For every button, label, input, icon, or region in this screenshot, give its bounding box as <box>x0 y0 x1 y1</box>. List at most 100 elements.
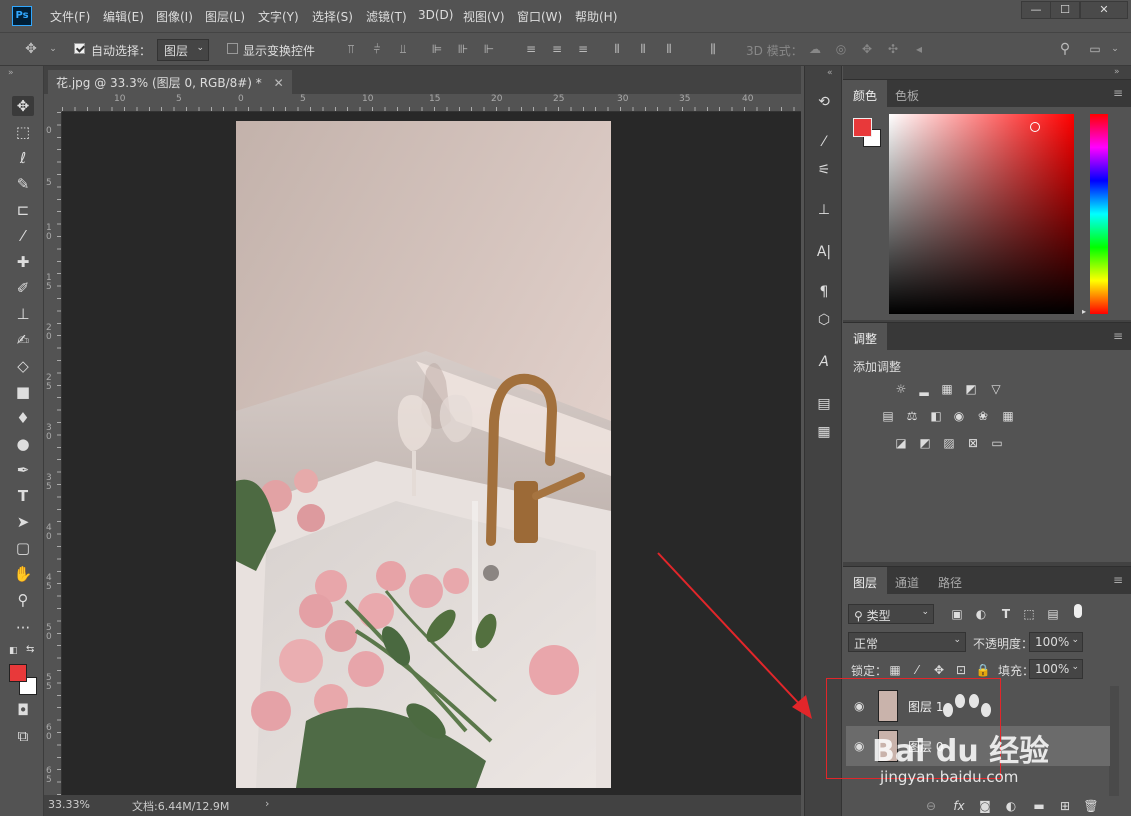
maximize-button[interactable]: ☐ <box>1050 1 1080 19</box>
auto-select-target-select[interactable]: 图层 ⌄ <box>157 39 209 61</box>
menu-type[interactable]: 文字(Y) <box>258 8 299 25</box>
gradient-map-icon[interactable]: ▭ <box>989 436 1005 450</box>
hand-tool-icon[interactable]: ✋ <box>12 564 34 584</box>
tab-adjustments[interactable]: 调整 <box>843 323 888 351</box>
fill-input[interactable]: 100% ⌄ <box>1029 659 1083 679</box>
swap-colors-icon[interactable]: ⇆ <box>26 644 34 655</box>
filter-pixel-icon[interactable]: ▣ <box>949 607 965 621</box>
lock-all-icon[interactable]: 🔒 <box>975 663 991 677</box>
chevron-right-icon[interactable]: › <box>265 797 269 810</box>
eraser-tool-icon[interactable]: ◇ <box>12 356 34 376</box>
workspace-icon[interactable]: ▭ <box>1088 43 1102 56</box>
layers-scrollbar[interactable] <box>1109 686 1119 796</box>
hue-saturation-icon[interactable]: ▤ <box>880 409 896 423</box>
tab-channels[interactable]: 通道 <box>885 567 929 595</box>
add-mask-icon[interactable]: ◙ <box>977 799 993 813</box>
crop-tool-icon[interactable]: ⊏ <box>12 200 34 220</box>
opacity-input[interactable]: 100% ⌄ <box>1029 632 1083 652</box>
delete-layer-icon[interactable]: 🗑 <box>1083 799 1099 813</box>
align-left-icon[interactable]: ⊫ <box>430 43 444 56</box>
glyphs-panel-icon[interactable]: A <box>814 352 834 372</box>
panel-menu-icon[interactable]: ≡ <box>1113 573 1123 587</box>
tab-swatches[interactable]: 色板 <box>885 80 929 108</box>
collapse-icon[interactable]: « <box>827 68 833 78</box>
menu-file[interactable]: 文件(F) <box>50 8 90 25</box>
ruler-top[interactable]: 10 5 0 5 10 15 20 25 30 35 40 <box>62 94 801 112</box>
menu-3d[interactable]: 3D(D) <box>418 8 453 22</box>
zoom-level[interactable]: 33.33% <box>48 798 90 811</box>
vibrance-icon[interactable]: ▽ <box>988 382 1004 396</box>
black-white-icon[interactable]: ◧ <box>928 409 944 423</box>
collapse-icon[interactable]: » <box>1114 67 1120 77</box>
chevron-down-icon[interactable]: ⌄ <box>46 43 60 56</box>
close-button[interactable]: ✕ <box>1080 1 1128 19</box>
distribute-bottom-icon[interactable]: ≡ <box>576 43 590 56</box>
menu-filter[interactable]: 滤镜(T) <box>366 8 407 25</box>
filter-type-icon[interactable]: T <box>998 607 1014 621</box>
blur-tool-icon[interactable]: ♦ <box>12 408 34 428</box>
align-hcenter-icon[interactable]: ⊪ <box>456 43 470 56</box>
gradient-tool-icon[interactable]: ■ <box>12 382 34 402</box>
move-tool-icon[interactable]: ✥ <box>12 96 34 116</box>
photo-filter-icon[interactable]: ◉ <box>951 409 967 423</box>
paragraph-panel-icon[interactable]: ¶ <box>814 282 834 302</box>
eyedropper-tool-icon[interactable]: ⁄ <box>12 226 34 246</box>
more-tools-icon[interactable]: ··· <box>12 618 34 638</box>
pen-tool-icon[interactable]: ✒ <box>12 460 34 480</box>
distribute-right-icon[interactable]: ⦀ <box>662 43 676 56</box>
filter-smart-object-icon[interactable]: ▤ <box>1045 607 1061 621</box>
dodge-tool-icon[interactable]: ● <box>12 434 34 454</box>
blend-mode-select[interactable]: 正常 ⌄ <box>848 632 966 652</box>
color-picker-field[interactable] <box>889 114 1074 314</box>
document-tab[interactable]: 花.jpg @ 33.3% (图层 0, RGB/8#) * ✕ <box>48 70 292 94</box>
menu-select[interactable]: 选择(S) <box>312 8 353 25</box>
layer-filter-select[interactable]: ⚲ 类型 ⌄ <box>848 604 934 624</box>
menu-view[interactable]: 视图(V) <box>463 8 505 25</box>
color-balance-icon[interactable]: ⚖ <box>904 409 920 423</box>
lock-image-icon[interactable]: ⁄ <box>909 663 925 677</box>
color-lookup-icon[interactable]: ▦ <box>1000 409 1016 423</box>
distribute-left-icon[interactable]: ⦀ <box>610 43 624 56</box>
curves-icon[interactable]: ▦ <box>939 382 955 396</box>
tab-color[interactable]: 颜色 <box>843 80 888 108</box>
link-layers-icon[interactable]: ⊖ <box>923 799 939 813</box>
layer-style-icon[interactable]: fx <box>951 799 967 813</box>
chevron-down-icon[interactable]: ⌄ <box>1108 43 1122 56</box>
marquee-tool-icon[interactable]: ⬚ <box>12 122 34 142</box>
brush-tool-icon[interactable]: ✐ <box>12 278 34 298</box>
ruler-left[interactable]: 0 5 1 0 1 5 2 0 2 5 3 0 3 5 4 0 4 5 5 0 … <box>44 112 62 795</box>
align-top-icon[interactable]: ⫪ <box>344 43 358 56</box>
document-image[interactable] <box>236 121 611 788</box>
foreground-color-swatch[interactable] <box>853 118 872 137</box>
character-panel-icon[interactable]: A| <box>814 242 834 262</box>
panel-menu-icon[interactable]: ≡ <box>1113 329 1123 343</box>
menu-image[interactable]: 图像(I) <box>156 8 193 25</box>
distribute-top-icon[interactable]: ≡ <box>524 43 538 56</box>
align-bottom-icon[interactable]: ⫫ <box>396 43 410 56</box>
auto-select-checkbox[interactable] <box>74 43 85 54</box>
auto-align-icon[interactable]: ⫼ <box>706 43 720 56</box>
hue-slider[interactable] <box>1090 114 1108 314</box>
menu-layer[interactable]: 图层(L) <box>205 8 245 25</box>
brush-settings-icon[interactable]: ⁄ <box>814 132 834 152</box>
distribute-hcenter-icon[interactable]: ⦀ <box>636 43 650 56</box>
quick-mask-icon[interactable]: ◘ <box>12 700 34 720</box>
notes-panel-icon[interactable]: ▦ <box>814 422 834 442</box>
search-icon[interactable]: ⚲ <box>1058 42 1072 56</box>
show-transform-checkbox[interactable] <box>227 43 238 54</box>
align-vcenter-icon[interactable]: ⫩ <box>370 43 384 56</box>
move-tool-icon[interactable]: ✥ <box>24 42 38 56</box>
filter-adjustment-icon[interactable]: ◐ <box>973 607 989 621</box>
color-picker-cursor[interactable] <box>1030 122 1040 132</box>
shape-tool-icon[interactable]: ▢ <box>12 538 34 558</box>
minimize-button[interactable]: — <box>1021 1 1051 19</box>
collapse-icon[interactable]: » <box>8 68 14 78</box>
threshold-icon[interactable]: ▨ <box>941 436 957 450</box>
align-right-icon[interactable]: ⊩ <box>482 43 496 56</box>
type-tool-icon[interactable]: T <box>12 486 34 506</box>
history-panel-icon[interactable]: ⟲ <box>814 92 834 112</box>
new-layer-icon[interactable]: ⊞ <box>1057 799 1073 813</box>
3d-scale-icon[interactable]: ◂ <box>912 43 926 56</box>
tab-paths[interactable]: 路径 <box>928 567 972 595</box>
path-select-tool-icon[interactable]: ➤ <box>12 512 34 532</box>
